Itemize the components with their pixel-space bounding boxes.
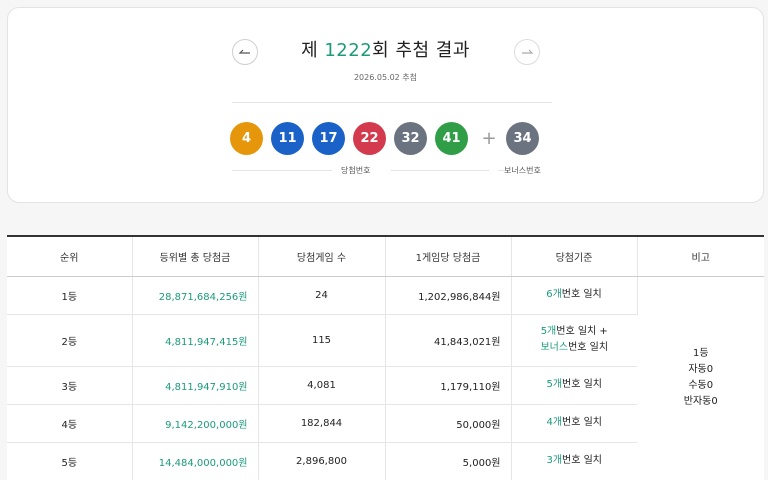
total-prize-cell: 14,484,000,000원 xyxy=(132,442,259,480)
winning-ball: 17 xyxy=(312,122,345,155)
winning-numbers-caption: 당첨번호 xyxy=(341,166,371,175)
number-balls: 4 11 17 22 32 41 + 34 xyxy=(230,122,547,155)
column-header: 순위 xyxy=(7,235,133,277)
column-header: 비고 xyxy=(637,235,764,277)
round-number: 1222 xyxy=(324,40,373,61)
divider xyxy=(232,102,552,103)
next-round-button[interactable] xyxy=(514,39,540,65)
divider xyxy=(232,170,332,171)
winners-cell: 115 xyxy=(258,314,386,367)
winning-ball: 11 xyxy=(271,122,304,155)
winning-ball: 41 xyxy=(435,122,468,155)
criteria-cell: 6개번호 일치 xyxy=(511,276,638,315)
rank-cell: 5등 xyxy=(7,442,133,480)
winning-ball: 32 xyxy=(394,122,427,155)
table-header-row: 순위 등위별 총 당첨금 당첨게임 수 1게임당 당첨금 당첨기준 비고 xyxy=(7,235,764,277)
column-header: 당첨기준 xyxy=(511,235,638,277)
winners-cell: 24 xyxy=(258,276,386,315)
rank-cell: 4등 xyxy=(7,404,133,443)
per-game-prize-cell: 41,843,021원 xyxy=(385,314,512,367)
total-prize-cell: 28,871,684,256원 xyxy=(132,276,259,315)
table-row: 1등 28,871,684,256원 24 1,202,986,844원 6개번… xyxy=(7,276,764,480)
total-prize-cell: 4,811,947,415원 xyxy=(132,314,259,367)
criteria-cell: 5개번호 일치 + 보너스번호 일치 xyxy=(511,314,637,367)
criteria-cell: 4개번호 일치 xyxy=(511,404,637,443)
note-cell: 1등 자동0 수동0 반자동0 xyxy=(637,276,764,480)
per-game-prize-cell: 5,000원 xyxy=(385,442,512,480)
page-title: 제 1222회 추첨 결과 xyxy=(301,40,470,61)
total-prize-cell: 9,142,200,000원 xyxy=(132,404,259,443)
total-prize-cell: 4,811,947,910원 xyxy=(132,366,259,405)
per-game-prize-cell: 50,000원 xyxy=(385,404,512,443)
draw-date: 2026.05.02 추첨 xyxy=(353,73,418,82)
criteria-cell: 3개번호 일치 xyxy=(511,442,637,480)
per-game-prize-cell: 1,179,110원 xyxy=(385,366,512,405)
rank-cell: 3등 xyxy=(7,366,133,405)
arrow-right-icon xyxy=(522,49,534,54)
column-header: 당첨게임 수 xyxy=(258,235,386,277)
per-game-prize-cell: 1,202,986,844원 xyxy=(385,276,512,315)
prize-table: 순위 등위별 총 당첨금 당첨게임 수 1게임당 당첨금 당첨기준 비고 1등 … xyxy=(7,235,764,480)
winning-ball: 4 xyxy=(230,122,263,155)
draw-result-card: 제 1222회 추첨 결과 2026.05.02 추첨 4 11 17 22 3… xyxy=(7,7,764,203)
winners-cell: 182,844 xyxy=(258,404,386,443)
winners-cell: 4,081 xyxy=(258,366,386,405)
winners-cell: 2,896,800 xyxy=(258,442,386,480)
column-header: 등위별 총 당첨금 xyxy=(132,235,259,277)
rank-cell: 2등 xyxy=(7,314,133,367)
bonus-number-caption: 보너스번호 xyxy=(504,166,541,175)
divider xyxy=(391,170,489,171)
criteria-cell: 5개번호 일치 xyxy=(511,366,637,405)
bonus-ball: 34 xyxy=(506,122,539,155)
winning-ball: 22 xyxy=(353,122,386,155)
column-header: 1게임당 당첨금 xyxy=(385,235,512,277)
plus-icon: + xyxy=(481,128,497,149)
rank-cell: 1등 xyxy=(7,276,133,315)
